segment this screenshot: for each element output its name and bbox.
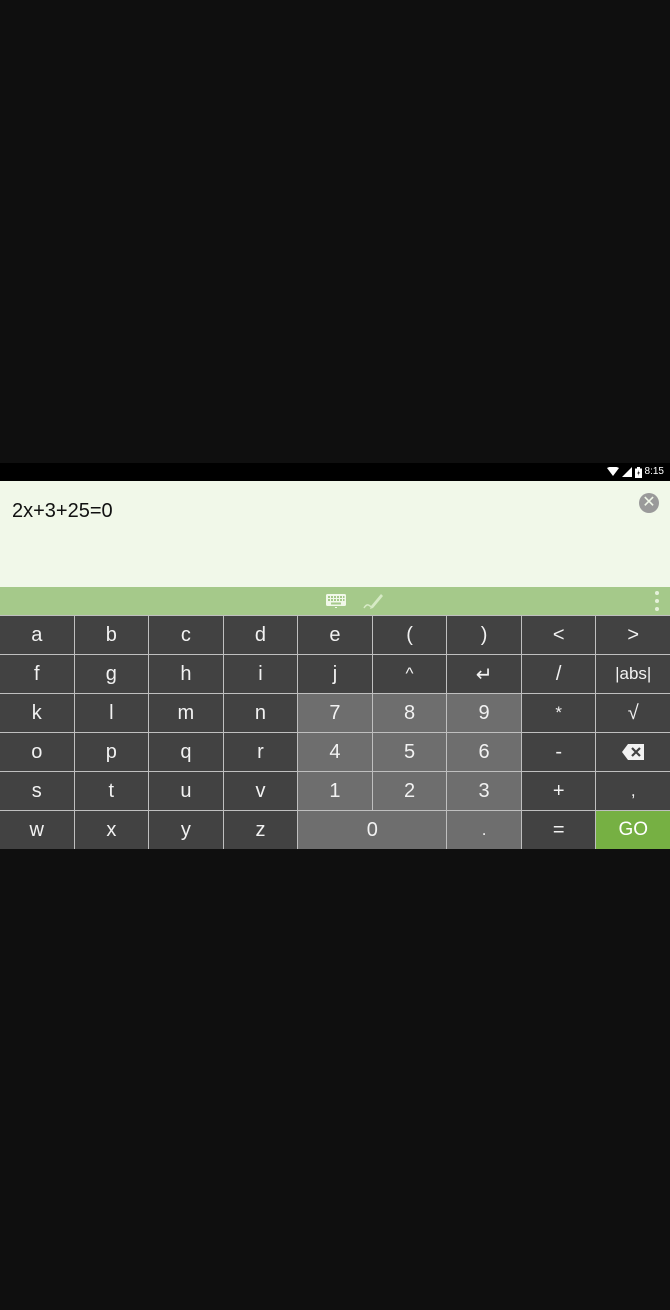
key-a[interactable]: a: [0, 616, 74, 654]
key-t[interactable]: t: [74, 772, 149, 810]
key-9[interactable]: 9: [447, 694, 521, 732]
key-greater-than[interactable]: >: [596, 616, 670, 654]
key-plus[interactable]: +: [521, 772, 596, 810]
key-l[interactable]: l: [74, 694, 149, 732]
key-abs[interactable]: |abs|: [596, 655, 670, 693]
keyboard-icon[interactable]: [326, 594, 346, 608]
expression-text[interactable]: 2x+3+25=0: [12, 499, 113, 523]
key-k[interactable]: k: [0, 694, 74, 732]
clear-button[interactable]: ✕: [639, 493, 659, 513]
battery-icon: [634, 466, 642, 478]
key-x[interactable]: x: [74, 811, 149, 849]
key-b[interactable]: b: [74, 616, 149, 654]
key-h[interactable]: h: [149, 655, 223, 693]
key-close-paren[interactable]: ): [447, 616, 521, 654]
key-m[interactable]: m: [149, 694, 223, 732]
status-icons: 8:15: [606, 466, 664, 478]
status-bar: 8:15: [0, 463, 670, 481]
key-f[interactable]: f: [0, 655, 74, 693]
key-8[interactable]: 8: [372, 694, 447, 732]
app-screen: 8:15 2x+3+25=0 ✕ a b c d e() < > f g h i j ^ ↵ / |abs| k…: [0, 463, 670, 849]
key-go[interactable]: GO: [596, 811, 670, 849]
key-d[interactable]: d: [223, 616, 298, 654]
signal-icon: [621, 467, 632, 477]
backspace-button[interactable]: [596, 733, 670, 771]
key-o[interactable]: o: [0, 733, 74, 771]
key-c[interactable]: c: [149, 616, 223, 654]
key-y[interactable]: y: [149, 811, 223, 849]
backspace-icon: [622, 744, 645, 760]
key-1[interactable]: 1: [298, 772, 372, 810]
key-v[interactable]: v: [223, 772, 298, 810]
expression-input-area[interactable]: 2x+3+25=0 ✕: [0, 481, 670, 587]
key-q[interactable]: q: [149, 733, 223, 771]
key-z[interactable]: z: [223, 811, 298, 849]
key-caret[interactable]: ^: [372, 655, 447, 693]
key-e[interactable]: e: [298, 616, 372, 654]
key-s[interactable]: s: [0, 772, 74, 810]
clear-icon: ✕: [642, 494, 656, 511]
overflow-menu-icon[interactable]: [654, 591, 660, 611]
key-4[interactable]: 4: [298, 733, 372, 771]
key-i[interactable]: i: [223, 655, 298, 693]
key-equals[interactable]: =: [521, 811, 596, 849]
key-j[interactable]: j: [298, 655, 372, 693]
key-multiply[interactable]: *: [521, 694, 596, 732]
key-6[interactable]: 6: [447, 733, 521, 771]
key-less-than[interactable]: <: [521, 616, 596, 654]
status-time: 8:15: [644, 466, 664, 477]
key-3[interactable]: 3: [447, 772, 521, 810]
key-5[interactable]: 5: [372, 733, 447, 771]
key-enter[interactable]: ↵: [447, 655, 521, 693]
wifi-icon: [606, 467, 619, 476]
key-minus[interactable]: -: [521, 733, 596, 771]
key-decimal[interactable]: .: [447, 811, 521, 849]
keypad: a b c d e() < > f g h i j ^ ↵ / |abs| k l m n 7 8 9 * √ o p q r 4 5 6- s…: [0, 615, 670, 849]
key-open-paren[interactable]: (: [372, 616, 447, 654]
key-u[interactable]: u: [149, 772, 223, 810]
key-n[interactable]: n: [223, 694, 298, 732]
key-comma[interactable]: ,: [596, 772, 670, 810]
key-g[interactable]: g: [74, 655, 149, 693]
key-sqrt[interactable]: √: [596, 694, 670, 732]
key-2[interactable]: 2: [372, 772, 447, 810]
handwriting-pen-icon[interactable]: [362, 591, 384, 611]
key-divide[interactable]: /: [521, 655, 596, 693]
key-p[interactable]: p: [74, 733, 149, 771]
key-7[interactable]: 7: [298, 694, 372, 732]
key-0[interactable]: 0: [298, 811, 447, 849]
key-r[interactable]: r: [223, 733, 298, 771]
key-w[interactable]: w: [0, 811, 74, 849]
keyboard-toolbar: [0, 587, 670, 615]
